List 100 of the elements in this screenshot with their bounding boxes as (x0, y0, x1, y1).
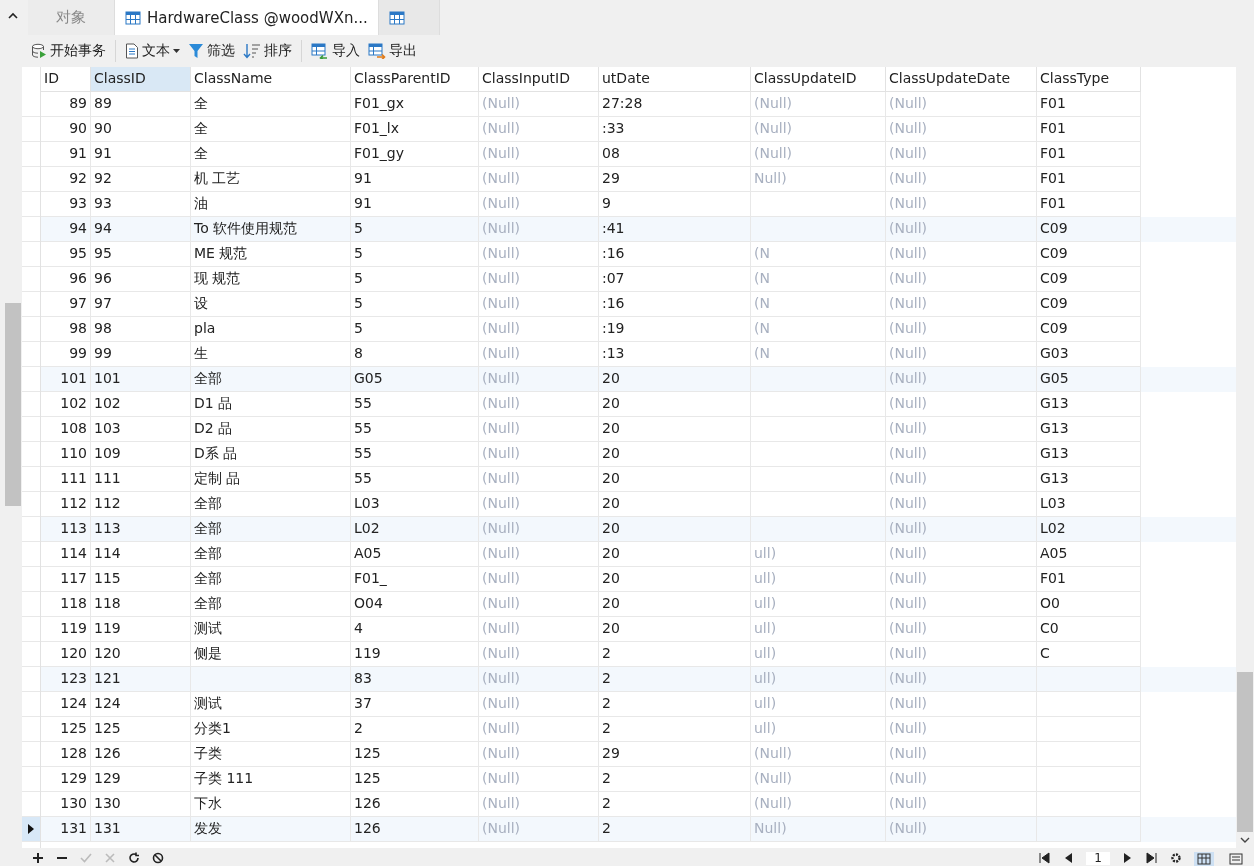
table-cell: F01 (1037, 567, 1141, 592)
settings-icon[interactable] (1170, 852, 1182, 864)
scrollbar-thumb[interactable] (1237, 672, 1253, 832)
table-cell: G13 (1037, 417, 1141, 442)
table-cell: 定制 品 (191, 467, 351, 492)
table-cell: 91 (351, 167, 479, 192)
table-cell: (Null) (479, 92, 599, 117)
table-cell: 5 (351, 267, 479, 292)
table-cell: 128 (41, 742, 91, 767)
table-cell: ME 规范 (191, 242, 351, 267)
table-cell: 2 (599, 817, 751, 842)
table-cell: F01_ (351, 567, 479, 592)
table-cell: 分类1 (191, 717, 351, 742)
toolbar-button[interactable]: 筛选 (185, 40, 238, 62)
table-cell: 现 规范 (191, 267, 351, 292)
last-page-icon[interactable] (1146, 852, 1158, 864)
table-cell: 20 (599, 442, 751, 467)
table-cell: 发发 (191, 817, 351, 842)
table-cell: 55 (351, 417, 479, 442)
toolbar-button[interactable]: 文本 (122, 40, 183, 62)
column-header[interactable]: ClassInputID (479, 67, 599, 92)
table-cell: 129 (91, 767, 191, 792)
table-cell: 94 (41, 217, 91, 242)
toolbar-button[interactable]: 开始事务 (28, 40, 109, 62)
scroll-down-icon[interactable] (1240, 837, 1250, 844)
stop-icon[interactable] (152, 852, 164, 864)
table-cell: 102 (41, 392, 91, 417)
column-header[interactable]: ClassUpdateDate (886, 67, 1037, 92)
table-cell: 90 (91, 117, 191, 142)
sort-icon (243, 43, 261, 59)
column-header[interactable]: ClassID (91, 67, 191, 92)
table-cell: 91 (91, 142, 191, 167)
tab[interactable]: HardwareClass @woodWXn... (115, 0, 379, 35)
form-view-button[interactable] (1226, 852, 1246, 866)
table-cell: 20 (599, 367, 751, 392)
table-cell: (Null) (479, 717, 599, 742)
table-cell: 129 (41, 767, 91, 792)
toolbar-button[interactable]: 导入 (308, 40, 363, 62)
scrollbar-thumb[interactable] (5, 303, 21, 506)
table-cell: 55 (351, 442, 479, 467)
table-cell: (Null) (751, 117, 886, 142)
table-cell: 全部 (191, 567, 351, 592)
first-page-icon[interactable] (1038, 852, 1051, 864)
toolbar-button[interactable]: 导出 (365, 40, 420, 62)
refresh-icon[interactable] (128, 852, 140, 864)
table-cell: 2 (599, 667, 751, 692)
table-cell: (Null) (479, 292, 599, 317)
table-cell: G13 (1037, 467, 1141, 492)
table-cell: A05 (1037, 542, 1141, 567)
grid-view-button[interactable] (1194, 852, 1214, 866)
table-cell: 机 工艺 (191, 167, 351, 192)
table-cell: 2 (599, 767, 751, 792)
table-cell: 123 (41, 667, 91, 692)
table-cell: 95 (41, 242, 91, 267)
table-cell: 126 (351, 817, 479, 842)
table-cell: 20 (599, 392, 751, 417)
table-cell: 91 (41, 142, 91, 167)
table-cell: 4 (351, 617, 479, 642)
table-cell: 全部 (191, 517, 351, 542)
collapse-icon[interactable] (8, 12, 18, 19)
column-header[interactable]: ClassUpdateID (751, 67, 886, 92)
check-icon[interactable] (80, 852, 92, 864)
table-cell: ull) (751, 592, 886, 617)
tab[interactable] (378, 0, 440, 35)
table-cell: 5 (351, 242, 479, 267)
table-cell: :19 (599, 317, 751, 342)
table-cell: (Null) (479, 267, 599, 292)
table-cell: 114 (91, 542, 191, 567)
table-cell: F01_gx (351, 92, 479, 117)
table-cell: (Null) (886, 442, 1037, 467)
table-cell: 5 (351, 217, 479, 242)
table-cell: (Null) (479, 467, 599, 492)
table-cell: 108 (41, 417, 91, 442)
table-cell: 测试 (191, 617, 351, 642)
table-cell: pla (191, 317, 351, 342)
table-arrow-icon (368, 43, 386, 59)
table-cell: G13 (1037, 442, 1141, 467)
caret-icon[interactable] (173, 49, 180, 53)
table-cell: (Null) (886, 692, 1037, 717)
toolbar-button[interactable]: 排序 (240, 40, 295, 62)
table-cell: (Null) (479, 142, 599, 167)
table-cell: ull) (751, 692, 886, 717)
table-cell: A05 (351, 542, 479, 567)
table-cell: 55 (351, 467, 479, 492)
table-arrow-icon (311, 43, 329, 59)
table-cell: 111 (41, 467, 91, 492)
table-cell: 20 (599, 567, 751, 592)
table-cell: 20 (599, 617, 751, 642)
column-header[interactable]: ClassParentID (351, 67, 479, 92)
column-header[interactable]: utDate (599, 67, 751, 92)
column-header[interactable]: ClassType (1037, 67, 1141, 92)
table-cell: 125 (351, 742, 479, 767)
column-header[interactable]: ClassName (191, 67, 351, 92)
table-cell: (Null) (886, 242, 1037, 267)
table-cell: 96 (91, 267, 191, 292)
add-icon[interactable] (32, 852, 44, 864)
table-cell: (Null) (886, 542, 1037, 567)
table-cell: (Null) (479, 817, 599, 842)
page-field[interactable]: 1 (1086, 852, 1110, 865)
table-cell: 20 (599, 592, 751, 617)
